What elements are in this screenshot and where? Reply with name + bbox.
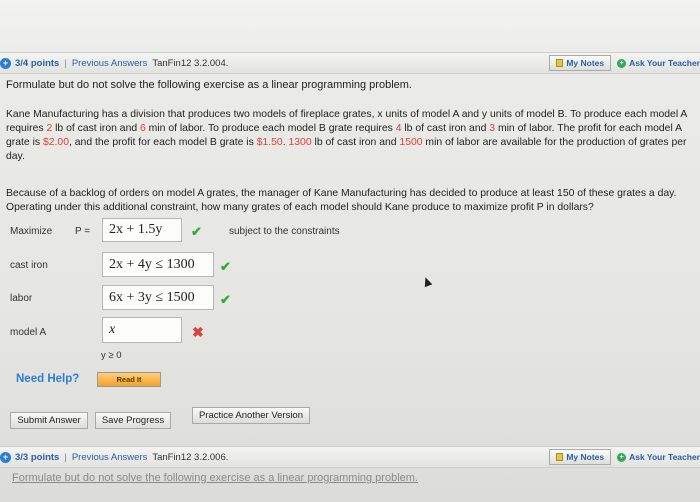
- my-notes-button[interactable]: My Notes: [549, 449, 612, 465]
- my-notes-label: My Notes: [566, 452, 605, 462]
- ask-teacher-label: Ask Your Teacher: [629, 452, 700, 462]
- ask-teacher-button[interactable]: + Ask Your Teacher: [617, 452, 700, 462]
- points-label: 3/3 points: [15, 451, 60, 463]
- expand-plus-icon[interactable]: +: [0, 451, 11, 463]
- problem-id: TanFin12 3.2.004.: [152, 57, 229, 69]
- nonnegativity-constraint: y ≥ 0: [101, 350, 122, 361]
- page-header-area: [0, 0, 700, 52]
- points-label: 3/4 points: [15, 57, 60, 69]
- paragraph-text: min of labor. To produce each model B gr…: [145, 123, 396, 134]
- problem-paragraph-2: Because of a backlog of orders on model …: [6, 188, 677, 213]
- given-value: 1500: [399, 137, 423, 148]
- objective-input[interactable]: 2x + 1.5y: [102, 218, 182, 242]
- expand-plus-icon[interactable]: +: [0, 57, 11, 69]
- next-question-header-bar: + 3/3 points | Previous Answers TanFin12…: [0, 446, 700, 468]
- assignment-page: + 3/4 points | Previous Answers TanFin12…: [0, 0, 700, 502]
- submit-answer-button[interactable]: Submit Answer: [10, 412, 88, 429]
- ask-teacher-label: Ask Your Teacher: [629, 58, 700, 68]
- labor-constraint-input[interactable]: 6x + 3y ≤ 1500: [102, 285, 214, 310]
- incorrect-x-icon: ✖: [192, 324, 204, 340]
- maximize-label: Maximize: [10, 226, 53, 237]
- need-help-label: Need Help?: [16, 373, 80, 385]
- paragraph-text: lb of cast iron and: [52, 123, 141, 134]
- instruction-text: Formulate but do not solve the following…: [6, 79, 412, 91]
- notes-icon: [556, 59, 564, 67]
- save-progress-button[interactable]: Save Progress: [95, 412, 171, 429]
- question-tools: My Notes + Ask Your Teacher: [549, 55, 700, 71]
- constraint-label-labor: labor: [10, 293, 33, 304]
- p-equals-label: P =: [75, 226, 91, 237]
- previous-answers-link[interactable]: Previous Answers: [72, 452, 148, 463]
- next-instruction-text: Formulate but do not solve the following…: [12, 472, 418, 484]
- correct-check-icon: ✔: [220, 292, 231, 307]
- subject-to-label: subject to the constraints: [229, 226, 340, 237]
- problem-id: TanFin12 3.2.006.: [152, 451, 229, 463]
- ask-teacher-button[interactable]: + Ask Your Teacher: [617, 58, 700, 68]
- plus-circle-icon: +: [617, 452, 627, 462]
- my-notes-button[interactable]: My Notes: [549, 55, 612, 71]
- separator: |: [64, 57, 67, 69]
- model-a-constraint-input[interactable]: x: [102, 317, 182, 343]
- correct-check-icon: ✔: [191, 224, 202, 239]
- paragraph-text: lb of cast iron and: [311, 137, 400, 148]
- cast-iron-constraint-input[interactable]: 2x + 4y ≤ 1300: [102, 252, 214, 277]
- plus-circle-icon: +: [617, 58, 627, 68]
- mouse-cursor-icon: [421, 275, 433, 288]
- question-header-bar: + 3/4 points | Previous Answers TanFin12…: [0, 52, 700, 74]
- question-tools: My Notes + Ask Your Teacher: [549, 449, 700, 465]
- correct-check-icon: ✔: [220, 259, 231, 274]
- constraint-label-cast-iron: cast iron: [10, 260, 48, 271]
- notes-icon: [556, 453, 564, 461]
- practice-another-version-button[interactable]: Practice Another Version: [192, 407, 310, 424]
- my-notes-label: My Notes: [566, 58, 605, 68]
- given-value: $2.00: [42, 137, 69, 148]
- separator: |: [64, 451, 67, 463]
- given-value: 1300: [288, 137, 312, 148]
- read-it-button[interactable]: Read It: [97, 372, 161, 387]
- paragraph-text: , and the profit for each model B grate …: [68, 137, 257, 148]
- given-value: $1.50: [256, 137, 283, 148]
- previous-answers-link[interactable]: Previous Answers: [72, 58, 148, 69]
- problem-paragraph-1: Kane Manufacturing has a division that p…: [6, 108, 694, 164]
- constraint-label-model-a: model A: [10, 327, 47, 338]
- paragraph-text: lb of cast iron and: [401, 123, 490, 134]
